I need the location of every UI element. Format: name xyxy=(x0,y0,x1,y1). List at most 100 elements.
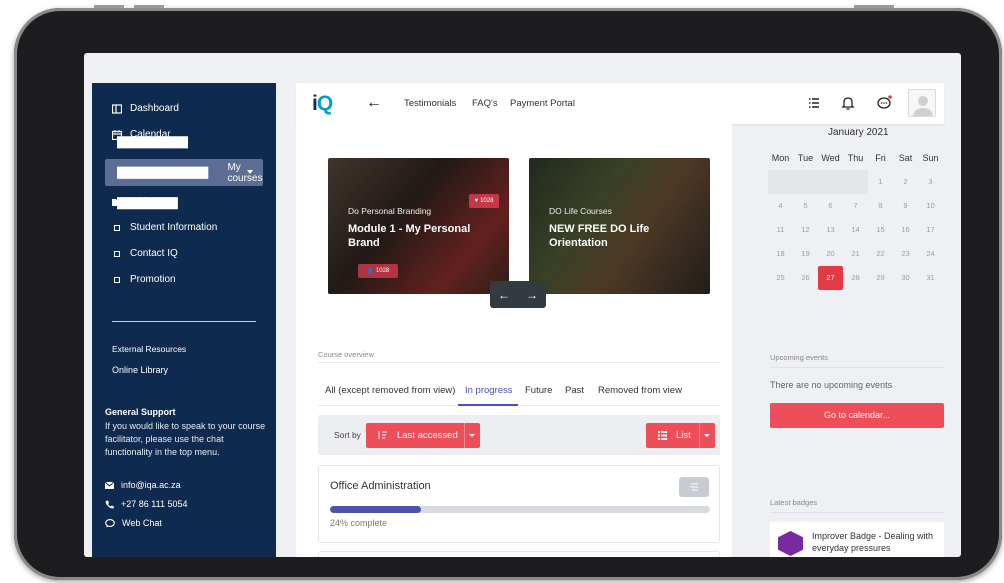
payment-portal-link[interactable]: Payment Portal xyxy=(510,98,575,109)
tab-removed-from-view[interactable]: Removed from view xyxy=(598,385,682,396)
sort-icon xyxy=(378,431,387,439)
calendar-day[interactable]: 20 xyxy=(818,242,843,266)
chevron-down-icon xyxy=(247,170,253,174)
right-column: January 2021 Mon Tue Wed Thu Fri Sat Sun 12345… xyxy=(744,124,961,557)
calendar-day[interactable]: 30 xyxy=(893,266,918,290)
calendar-week-row: 18 19 20 21 22 23 24 xyxy=(768,242,944,266)
card-subtitle: Do Personal Branding xyxy=(348,206,432,216)
calendar-day[interactable]: 18 xyxy=(768,242,793,266)
calendar-day[interactable]: 25 xyxy=(768,266,793,290)
course-list-item[interactable] xyxy=(318,551,720,557)
calendar-week-row: 25 26 27 28 29 30 31 xyxy=(768,266,944,290)
calendar-day[interactable]: 15 xyxy=(868,218,893,242)
course-overview-heading: Course overview xyxy=(318,350,374,359)
phone-contact[interactable]: +27 86 111 5054 xyxy=(105,499,187,509)
calendar-day-today[interactable]: 27 xyxy=(818,266,843,290)
arrow-right-icon[interactable]: → xyxy=(526,288,538,302)
calendar-day[interactable]: 3 xyxy=(918,170,943,194)
sidebar-item-dashboard[interactable]: Dashboard xyxy=(112,103,179,114)
webchat-link[interactable]: Web Chat xyxy=(105,518,162,528)
weekday-label: Sat xyxy=(898,153,913,163)
calendar-day[interactable]: 14 xyxy=(843,218,868,242)
testimonials-link[interactable]: Testimonials xyxy=(404,98,456,109)
calendar-day[interactable]: 11 xyxy=(768,218,793,242)
calendar-day[interactable]: 8 xyxy=(868,194,893,218)
calendar-day[interactable]: 23 xyxy=(893,242,918,266)
user-avatar[interactable] xyxy=(908,89,936,117)
view-dropdown[interactable]: List xyxy=(646,423,715,448)
calendar-day[interactable]: 10 xyxy=(918,194,943,218)
calendar-day[interactable]: 13 xyxy=(818,218,843,242)
bell-icon[interactable] xyxy=(840,95,856,111)
tab-all[interactable]: All (except removed from view) xyxy=(325,385,455,396)
sort-dropdown[interactable]: Last accessed xyxy=(366,423,480,448)
chevron-down-icon xyxy=(469,434,475,437)
email-contact[interactable]: info@iqa.ac.za xyxy=(105,480,181,490)
logo-q: Q xyxy=(316,92,333,115)
calendar-day[interactable]: 1 xyxy=(868,170,893,194)
calendar-day[interactable]: 22 xyxy=(868,242,893,266)
badge-item[interactable]: Improver Badge - Dealing with everyday p… xyxy=(770,522,944,557)
sidebar-item-student-information[interactable]: Student Information xyxy=(112,222,217,233)
calendar-day[interactable]: 9 xyxy=(893,194,918,218)
calendar-day[interactable]: 28 xyxy=(843,266,868,290)
calendar-day[interactable]: 29 xyxy=(868,266,893,290)
iq-logo[interactable]: iQ xyxy=(312,92,333,116)
weekday-label: Thu xyxy=(847,153,864,163)
sidebar-item-more[interactable]: More... xyxy=(112,196,169,207)
calendar-day[interactable]: 4 xyxy=(768,194,793,218)
latest-badges-heading: Latest badges xyxy=(770,498,818,507)
course-list-item[interactable]: Office Administration 24% complete xyxy=(318,465,720,543)
course-title[interactable]: Office Administration xyxy=(330,480,431,492)
faqs-link[interactable]: FAQ's xyxy=(472,98,498,109)
calendar-day[interactable]: 31 xyxy=(918,266,943,290)
calendar-day[interactable]: 17 xyxy=(918,218,943,242)
list-toggle-icon[interactable] xyxy=(806,95,822,111)
calendar-day[interactable]: 6 xyxy=(818,194,843,218)
arrow-left-icon[interactable]: ← xyxy=(498,288,510,302)
main-content: ♥ 1028 Do Personal Branding Module 1 - My… xyxy=(296,124,732,557)
view-value: List xyxy=(676,430,691,441)
calendar-month: January 2021 xyxy=(828,127,889,138)
sort-toolbar: Sort by Last accessed List xyxy=(318,415,720,455)
enrolled-badge: 👤 1028 xyxy=(358,264,398,278)
online-library-link[interactable]: Online Library xyxy=(112,365,168,375)
folder-icon xyxy=(112,198,122,206)
go-to-calendar-button[interactable]: Go to calendar... xyxy=(770,403,944,428)
sidebar: Dashboard Calendar My courses More... St… xyxy=(92,83,276,557)
user-icon: 👤 xyxy=(366,268,375,275)
sidebar-item-contact-iq[interactable]: Contact IQ xyxy=(112,248,178,259)
tab-in-progress[interactable]: In progress xyxy=(465,385,513,396)
tab-past[interactable]: Past xyxy=(565,385,584,396)
messages-icon[interactable] xyxy=(876,95,892,111)
weekday-label: Sun xyxy=(922,153,939,163)
calendar-day[interactable]: 2 xyxy=(893,170,918,194)
sort-by-label: Sort by xyxy=(334,430,361,440)
calendar-day[interactable]: 16 xyxy=(893,218,918,242)
calendar-day[interactable]: 21 xyxy=(843,242,868,266)
weekday-label: Wed xyxy=(821,153,840,163)
envelope-icon xyxy=(105,481,114,489)
calendar-day[interactable]: 7 xyxy=(843,194,868,218)
sidebar-item-my-courses[interactable]: My courses xyxy=(105,135,263,210)
tab-future[interactable]: Future xyxy=(525,385,552,396)
volume-button xyxy=(94,5,124,8)
calendar-day[interactable]: 24 xyxy=(918,242,943,266)
calendar-day[interactable]: 5 xyxy=(793,194,818,218)
course-progress-fill xyxy=(330,506,422,513)
calendar-day[interactable]: 12 xyxy=(793,218,818,242)
calendar-day[interactable]: 19 xyxy=(793,242,818,266)
sidebar-item-promotion[interactable]: Promotion xyxy=(112,274,176,285)
calendar-day[interactable]: 26 xyxy=(793,266,818,290)
badge-icon xyxy=(778,531,803,556)
course-card-personal-branding[interactable]: ♥ 1028 Do Personal Branding Module 1 - My… xyxy=(328,158,509,294)
back-arrow-icon[interactable]: ← xyxy=(366,94,382,112)
course-card-life-orientation[interactable]: DO Life Courses NEW FREE DO Life Orienta… xyxy=(529,158,710,294)
sort-value: Last accessed xyxy=(397,430,458,441)
list-view-icon xyxy=(658,431,667,440)
badge-title: Improver Badge - Dealing with everyday p… xyxy=(812,531,934,553)
course-menu-button[interactable] xyxy=(679,477,709,497)
sidebar-item-label: Promotion xyxy=(130,274,176,285)
chat-icon xyxy=(105,518,115,527)
menu-icon xyxy=(690,483,698,491)
